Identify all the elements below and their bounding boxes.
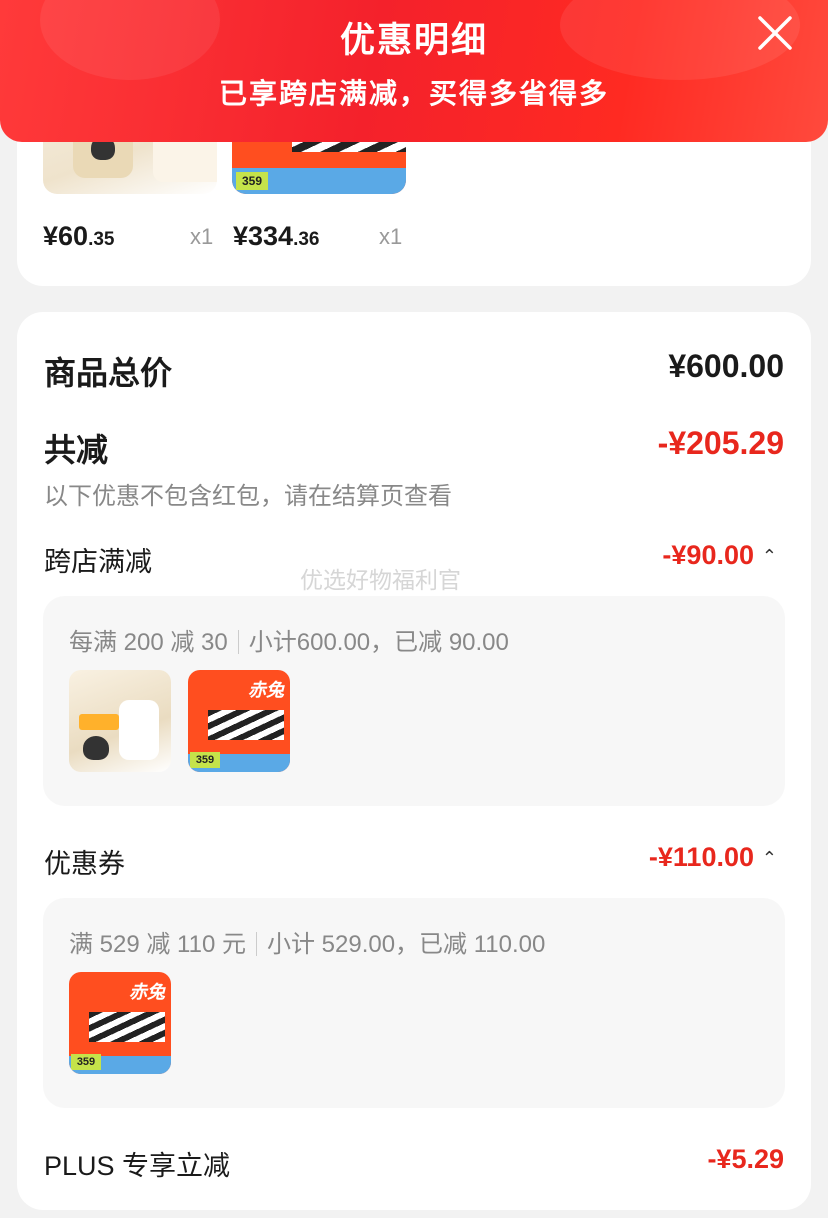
divider bbox=[237, 630, 239, 654]
subtotal-text: 小计 529.00，已减 110.00 bbox=[266, 931, 546, 958]
item-quantity: x1 bbox=[190, 224, 214, 249]
discount-note: 以下优惠不包含红包，请在结算页查看 bbox=[44, 483, 452, 510]
close-button[interactable] bbox=[756, 14, 794, 52]
product-image-shoe[interactable]: 赤兔 359 bbox=[188, 670, 290, 772]
shoe-graphic bbox=[208, 710, 284, 740]
discount-detail-header: 优惠明细 已享跨店满减，买得多省得多 bbox=[0, 0, 828, 142]
total-price-label: 商品总价 bbox=[44, 355, 173, 391]
rule-text: 满 529 减 110 元 bbox=[69, 931, 246, 958]
summary-card: 商品总价 ¥600.00 共减 -¥205.29 以下优惠不包含红包，请在结算页… bbox=[17, 312, 811, 1210]
total-discount-label: 共减 bbox=[44, 432, 109, 468]
cross-store-discount-label: 跨店满减 bbox=[44, 547, 152, 577]
shoe-graphic bbox=[89, 1012, 165, 1042]
rule-text: 每满 200 减 30 bbox=[69, 629, 228, 656]
item-price: ¥334.36 bbox=[233, 221, 320, 252]
product-image-milk[interactable] bbox=[69, 670, 171, 772]
divider bbox=[255, 932, 257, 956]
total-discount-value: -¥205.29 bbox=[657, 425, 784, 461]
coupon-label: 优惠券 bbox=[44, 849, 125, 879]
watermark: 优选好物福利官 bbox=[300, 567, 461, 593]
close-icon bbox=[758, 16, 792, 50]
promo-tag bbox=[79, 714, 119, 730]
price-integer: ¥334 bbox=[233, 221, 294, 251]
cross-store-discount-value[interactable]: -¥90.00 bbox=[662, 540, 754, 571]
coupon-rule: 满 529 减 110 元小计 529.00，已减 110.00 bbox=[69, 924, 545, 959]
price-decimal: .36 bbox=[293, 229, 320, 250]
item-price: ¥60.35 bbox=[43, 221, 114, 252]
chevron-up-icon[interactable]: ⌃ bbox=[762, 546, 777, 567]
cross-store-rule: 每满 200 减 30 小计600.00，已减 90.00 bbox=[69, 622, 509, 657]
cow-logo-icon bbox=[83, 736, 109, 760]
total-price-value: ¥600.00 bbox=[668, 348, 784, 384]
product-image-shoe[interactable]: 赤兔 359 bbox=[69, 972, 171, 1074]
chevron-up-icon[interactable]: ⌃ bbox=[762, 848, 777, 869]
shoe-title: 赤兔 bbox=[248, 680, 284, 700]
price-integer: ¥60 bbox=[43, 221, 89, 251]
price-tag: 359 bbox=[71, 1054, 101, 1070]
cross-store-panel: 每满 200 减 30 小计600.00，已减 90.00 赤兔 359 bbox=[43, 596, 785, 806]
product-can bbox=[119, 700, 159, 760]
price-tag: 359 bbox=[190, 752, 220, 768]
price-tag: 359 bbox=[236, 172, 268, 190]
coupon-value[interactable]: -¥110.00 bbox=[649, 842, 754, 873]
shoe-title: 赤兔 bbox=[129, 982, 165, 1002]
item-quantity: x1 bbox=[379, 224, 403, 249]
plus-discount-value: -¥5.29 bbox=[707, 1144, 784, 1174]
page-subtitle: 已享跨店满减，买得多省得多 bbox=[218, 78, 609, 109]
price-decimal: .35 bbox=[88, 229, 115, 250]
page-title: 优惠明细 bbox=[339, 21, 488, 60]
coupon-panel: 满 529 减 110 元小计 529.00，已减 110.00 赤兔 359 bbox=[43, 898, 785, 1108]
plus-discount-label: PLUS 专享立减 bbox=[44, 1151, 231, 1181]
subtotal-text: 小计600.00，已减 90.00 bbox=[248, 629, 509, 656]
